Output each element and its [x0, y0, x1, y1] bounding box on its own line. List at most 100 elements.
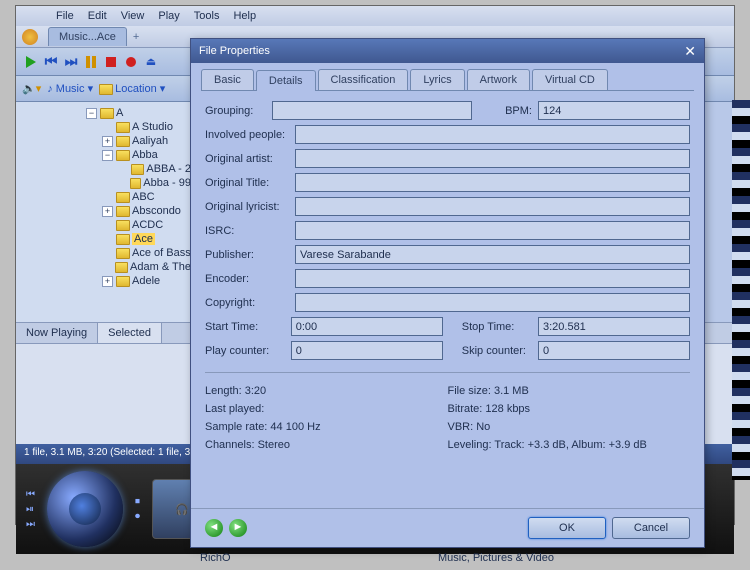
tree-item[interactable]: ABBA - 2 — [16, 162, 195, 176]
next-button[interactable]: ⏭ — [62, 53, 80, 71]
prev-file-button[interactable]: ◄ — [205, 519, 223, 537]
tree-item[interactable]: Adam & The — [16, 260, 195, 274]
tree-item[interactable]: +Aaliyah — [16, 134, 195, 148]
speaker-icon[interactable]: 🔈▾ — [22, 82, 41, 95]
origlyr-field[interactable] — [295, 197, 690, 216]
prev-button[interactable]: ⏮ — [42, 53, 60, 71]
tab-basic[interactable]: Basic — [201, 69, 254, 90]
origartist-label: Original artist: — [205, 153, 295, 165]
eject-button[interactable]: ⏏ — [142, 53, 160, 71]
origtitle-label: Original Title: — [205, 177, 295, 189]
tree-item-label: ACDC — [132, 219, 163, 231]
expand-icon[interactable]: + — [102, 136, 113, 147]
folder-icon — [115, 262, 128, 273]
menu-help[interactable]: Help — [227, 8, 262, 24]
tree-item[interactable]: − Abba — [16, 148, 195, 162]
copyright-label: Copyright: — [205, 297, 295, 309]
expand-icon[interactable]: + — [102, 276, 113, 287]
tree-root[interactable]: −A — [16, 106, 195, 120]
expand-icon — [102, 262, 112, 273]
encoder-field[interactable] — [295, 269, 690, 288]
folder-tree[interactable]: −A A Studio+Aaliyah − Abba ABBA - 2 Abba - 9… — [16, 102, 196, 322]
record-button[interactable] — [122, 53, 140, 71]
stop-field[interactable] — [538, 317, 690, 336]
tab-selected[interactable]: Selected — [98, 323, 162, 343]
folder-icon — [116, 220, 130, 231]
tree-item[interactable]: Ace of Bass — [16, 246, 195, 260]
isrc-field[interactable] — [295, 221, 690, 240]
skipcount-field[interactable] — [538, 341, 690, 360]
info-filesize: File size: 3.1 MB — [448, 385, 691, 397]
info-samplerate: Sample rate: 44 100 Hz — [205, 421, 448, 433]
tree-item[interactable]: +Abscondo — [16, 204, 195, 218]
dialog-title: File Properties — [199, 45, 270, 57]
expand-icon[interactable]: + — [102, 206, 113, 217]
jog-wheel[interactable] — [47, 471, 123, 547]
expand-icon[interactable]: − — [102, 150, 113, 161]
grouping-label: Grouping: — [205, 105, 272, 117]
tab-artwork[interactable]: Artwork — [467, 69, 530, 90]
grouping-field[interactable] — [272, 101, 472, 120]
tree-item-label: Ace — [132, 233, 155, 245]
tab-lyrics[interactable]: Lyrics — [410, 69, 464, 90]
folder-icon — [116, 150, 130, 161]
tree-item-label: Abba - 99 — [143, 177, 191, 189]
tree-item[interactable]: ABC — [16, 190, 195, 204]
window-tab-music[interactable]: Music...Ace — [48, 27, 127, 46]
playcount-field[interactable] — [291, 341, 443, 360]
player-controls-right[interactable]: ⏹⏺ — [135, 496, 140, 522]
play-button[interactable] — [22, 53, 40, 71]
player-controls-left[interactable]: ⏮⏯⏭ — [26, 489, 35, 530]
folder-icon — [131, 164, 144, 175]
start-field[interactable] — [291, 317, 443, 336]
tree-item[interactable]: Ace — [16, 232, 195, 246]
menu-edit[interactable]: Edit — [82, 8, 113, 24]
expand-icon — [118, 164, 128, 175]
involved-field[interactable] — [295, 125, 690, 144]
tab-details[interactable]: Details — [256, 70, 316, 91]
origtitle-field[interactable] — [295, 173, 690, 192]
menu-play[interactable]: Play — [152, 8, 185, 24]
tab-now-playing[interactable]: Now Playing — [16, 323, 98, 343]
tab-virtualcd[interactable]: Virtual CD — [532, 69, 608, 90]
expand-icon — [118, 178, 127, 189]
ok-button[interactable]: OK — [528, 517, 606, 539]
stop-button[interactable] — [102, 53, 120, 71]
tree-item[interactable]: Abba - 99 — [16, 176, 195, 190]
tree-item[interactable]: ACDC — [16, 218, 195, 232]
folder-icon — [130, 178, 142, 189]
isrc-label: ISRC: — [205, 225, 295, 237]
tree-item-label: Abba — [132, 149, 158, 161]
bpm-field[interactable] — [538, 101, 690, 120]
tree-item-label: Adam & The — [130, 261, 191, 273]
nav-music[interactable]: ♪ Music ▾ — [47, 82, 93, 95]
folder-icon — [116, 234, 130, 245]
pause-button[interactable] — [82, 53, 100, 71]
tree-item[interactable]: A Studio — [16, 120, 195, 134]
tree-item-label: Adele — [132, 275, 160, 287]
cancel-button[interactable]: Cancel — [612, 517, 690, 539]
menu-tools[interactable]: Tools — [188, 8, 226, 24]
tree-item-label: Ace of Bass — [132, 247, 191, 259]
dialog-footer: ◄ ► OK Cancel — [191, 508, 704, 547]
close-icon[interactable]: ✕ — [684, 43, 696, 60]
tree-item[interactable]: + Adele — [16, 274, 195, 288]
publisher-field[interactable] — [295, 245, 690, 264]
separator — [205, 372, 690, 373]
tree-item-label: ABC — [132, 191, 155, 203]
next-file-button[interactable]: ► — [229, 519, 247, 537]
tree-item-label: ABBA - 2 — [146, 163, 191, 175]
info-length: Length: 3:20 — [205, 385, 448, 397]
nav-location[interactable]: Location ▾ — [99, 82, 165, 95]
tab-classification[interactable]: Classification — [318, 69, 409, 90]
info-lastplayed: Last played: — [205, 403, 448, 415]
menu-view[interactable]: View — [115, 8, 151, 24]
menu-file[interactable]: File — [50, 8, 80, 24]
skipcount-label: Skip counter: — [462, 345, 538, 357]
origartist-field[interactable] — [295, 149, 690, 168]
copyright-field[interactable] — [295, 293, 690, 312]
add-tab-button[interactable]: + — [127, 29, 145, 45]
dialog-titlebar[interactable]: File Properties ✕ — [191, 39, 704, 63]
info-vbr: VBR: No — [448, 421, 691, 433]
start-label: Start Time: — [205, 321, 291, 333]
